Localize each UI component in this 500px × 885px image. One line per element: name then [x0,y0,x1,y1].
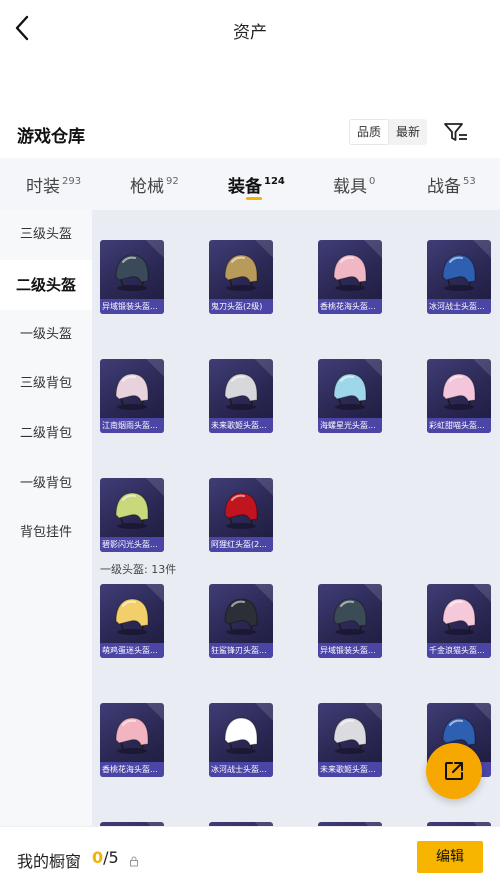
item-name: 千金浪猫头盔... [429,646,485,655]
item-card[interactable]: 碧影闪光头盔... [100,478,164,552]
helmet-icon [224,254,258,291]
tab-guns[interactable]: 枪械 92 [130,172,179,197]
sidebar-item-level2-helmet[interactable]: 二级头盔 [0,260,92,310]
showcase-bar: 我的橱窗 0/5 编辑 [0,826,500,885]
item-card[interactable]: 香桃花海头盔... [100,703,164,777]
item-name: 江南烟雨头盔... [102,421,158,430]
helmet-icon [115,373,149,410]
helmet-icon [224,717,258,754]
item-card[interactable]: 未来歌姬头盔... [209,359,273,433]
helmet-icon [224,598,258,635]
item-card[interactable]: 狂鲨锋刃头盔... [209,584,273,658]
helmet-icon [442,254,476,291]
tab-equipment[interactable]: 装备 124 [228,172,285,197]
helmet-icon [115,717,149,754]
item-name: 彩虹甜喵头盔... [429,421,485,430]
item-name: 碧影闪光头盔... [102,540,158,549]
item-name: 未来歌姬头盔... [211,421,267,430]
item-card[interactable]: 异域锻装头盔... [318,584,382,658]
helmet-icon [115,492,149,529]
tab-fashion[interactable]: 时装 293 [26,172,81,197]
item-name: 异域锻装头盔... [320,646,376,655]
item-card[interactable]: 冰河战士头盔... [427,240,491,314]
item-card[interactable]: 冰河战士头盔... [209,703,273,777]
item-name: 香桃花海头盔... [320,302,376,311]
sidebar-item-level2-backpack[interactable]: 二级背包 [0,409,92,459]
showcase-count: 0/5 [92,848,119,867]
helmet-icon [224,492,258,529]
helmet-icon [333,717,367,754]
helmet-icon [333,254,367,291]
item-name: 冰河战士头盔... [211,765,267,774]
active-tab-indicator [246,197,262,200]
warehouse-header: 游戏仓库 品质 最新 [0,110,500,158]
item-name: 萌鸡蛋迷头盔... [102,646,158,655]
group-header-level1-helmet: 一级头盔: 13件 [100,563,177,576]
item-card[interactable]: 阿狸红头盔(2... [209,478,273,552]
subcategory-sidebar: 三级头盔 二级头盔 一级头盔 三级背包 二级背包 一级背包 背包挂件 [0,210,92,830]
item-card[interactable]: 萌鸡蛋迷头盔... [100,584,164,658]
item-card[interactable]: 彩虹甜喵头盔... [427,359,491,433]
item-card[interactable]: 鬼刀头盔(2级) [209,240,273,314]
item-grid: 一级头盔: 13件 异域锻装头盔... 鬼刀头盔(2级) 香桃花海头盔... 冰河战士… [92,210,500,830]
tab-supplies[interactable]: 战备 53 [427,172,476,197]
item-name: 异域锻装头盔... [102,302,158,311]
helmet-icon [115,598,149,635]
share-button[interactable] [426,743,482,799]
sort-toggle: 品质 最新 [349,119,428,145]
item-card[interactable]: 千金浪猫头盔... [427,584,491,658]
item-card[interactable]: 海螺星光头盔... [318,359,382,433]
item-card[interactable]: 香桃花海头盔... [318,240,382,314]
lock-icon [129,852,139,867]
item-name: 香桃花海头盔... [102,765,158,774]
sort-newest-button[interactable]: 最新 [389,119,427,145]
showcase-label: 我的橱窗 [17,852,82,871]
top-navbar: 资产 [0,0,500,58]
sidebar-item-level1-helmet[interactable]: 一级头盔 [0,310,92,360]
share-icon [445,762,463,780]
item-card[interactable]: 江南烟雨头盔... [100,359,164,433]
helmet-icon [224,373,258,410]
helmet-icon [442,373,476,410]
tab-vehicles[interactable]: 载具 0 [333,172,375,197]
helmet-icon [442,598,476,635]
warehouse-title: 游戏仓库 [17,127,85,147]
item-name: 未来歌姬头盔... [320,765,376,774]
sidebar-item-level3-backpack[interactable]: 三级背包 [0,359,92,409]
helmet-icon [333,598,367,635]
filter-icon[interactable] [443,121,469,145]
category-tabs: 时装 293 枪械 92 装备 124 载具 0 战备 53 [0,158,500,210]
helmet-icon [115,254,149,291]
item-name: 冰河战士头盔... [429,302,485,311]
edit-button[interactable]: 编辑 [417,841,483,873]
item-card[interactable]: 异域锻装头盔... [100,240,164,314]
sort-quality-button[interactable]: 品质 [349,119,390,145]
sidebar-item-level3-helmet[interactable]: 三级头盔 [0,210,92,260]
item-name: 鬼刀头盔(2级) [211,302,263,311]
helmet-icon [333,373,367,410]
page-title: 资产 [233,23,267,43]
item-name: 海螺星光头盔... [320,421,376,430]
item-name: 狂鲨锋刃头盔... [211,646,267,655]
item-card[interactable]: 未来歌姬头盔... [318,703,382,777]
sidebar-item-backpack-pendant[interactable]: 背包挂件 [0,508,92,558]
sidebar-item-level1-backpack[interactable]: 一级背包 [0,459,92,509]
item-name: 阿狸红头盔(2... [211,540,267,549]
